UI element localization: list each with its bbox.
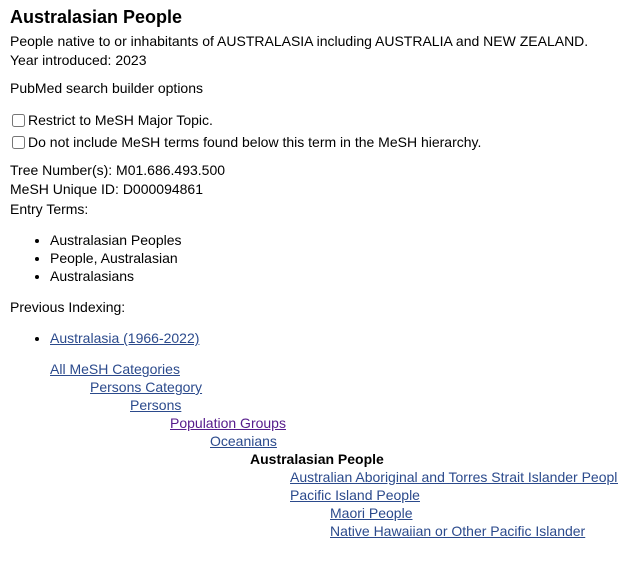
tree-link-oceanians[interactable]: Oceanians [210,433,277,449]
tree-link-persons[interactable]: Persons [130,397,181,413]
page-title: Australasian People [10,7,183,27]
entry-term: Australasians [50,267,182,285]
previous-indexing-heading: Previous Indexing: [10,299,126,315]
entry-term: People, Australasian [50,249,182,267]
entry-terms-heading: Entry Terms: [10,201,89,217]
entry-terms-list: Australasian Peoples People, Australasia… [10,231,182,285]
entry-term: Australasian Peoples [50,231,182,249]
previous-indexing-list: Australasia (1966-2022) [10,329,199,347]
tree-link-native-hawaiian[interactable]: Native Hawaiian or Other Pacific Islande… [330,523,585,539]
year-introduced: Year introduced: 2023 [10,52,147,68]
major-topic-label: Restrict to MeSH Major Topic. [28,112,213,128]
tree-numbers: Tree Number(s): M01.686.493.500 [10,162,226,178]
tree-link-all-mesh-categories[interactable]: All MeSH Categories [50,361,180,377]
scope-note: People native to or inhabitants of AUSTR… [10,33,589,49]
tree-link-aboriginal-torres-strait[interactable]: Australian Aboriginal and Torres Strait … [290,469,618,485]
major-topic-checkbox[interactable] [12,113,25,127]
tree-current-term: Australasian People [250,451,384,467]
no-explode-option[interactable]: Do not include MeSH terms found below th… [12,133,481,151]
major-topic-option[interactable]: Restrict to MeSH Major Topic. [12,111,213,129]
tree-link-pacific-island-people[interactable]: Pacific Island People [290,487,420,503]
unique-id: MeSH Unique ID: D000094861 [10,181,204,197]
no-explode-checkbox[interactable] [12,135,25,149]
no-explode-label: Do not include MeSH terms found below th… [28,134,482,150]
search-builder-heading: PubMed search builder options [10,80,204,96]
tree-link-population-groups[interactable]: Population Groups [170,415,286,431]
previous-indexing-item: Australasia (1966-2022) [50,329,199,347]
previous-indexing-link[interactable]: Australasia (1966-2022) [50,330,199,346]
tree-link-persons-category[interactable]: Persons Category [90,379,202,395]
tree-link-maori-people[interactable]: Maori People [330,505,413,521]
